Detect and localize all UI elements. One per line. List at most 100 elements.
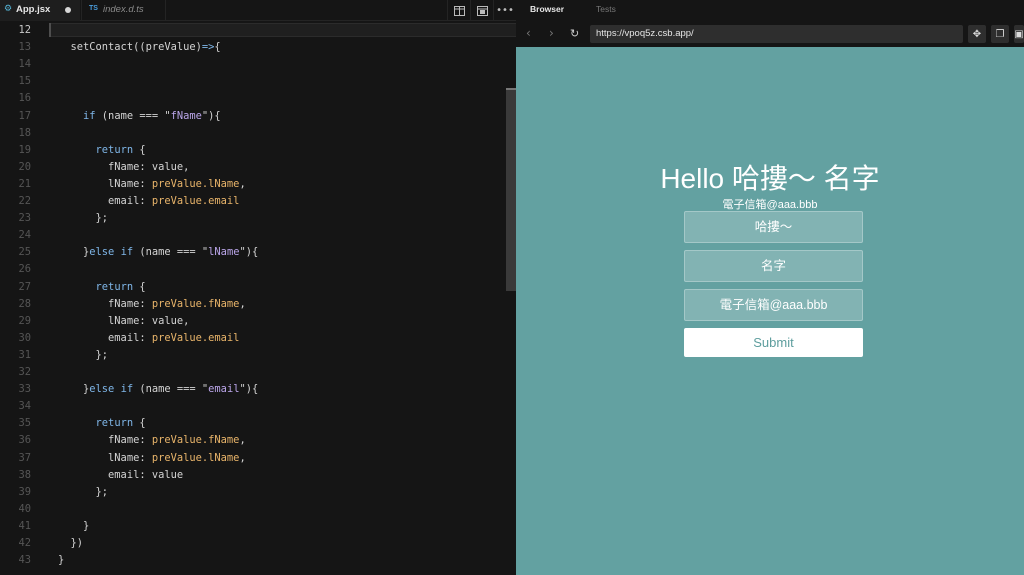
preview-icon[interactable] xyxy=(470,0,493,21)
code-line[interactable]: 13 setContact((preValue)=>{ xyxy=(0,39,505,56)
line-number: 33 xyxy=(18,383,31,396)
page-heading: Hello 哈摟～ 名字 xyxy=(660,163,880,194)
email-input[interactable]: 電子信箱@aaa.bbb xyxy=(684,289,863,321)
code-line[interactable]: 15 xyxy=(0,73,505,90)
code-line[interactable]: 25 }else if (name === "lName"){ xyxy=(0,244,505,261)
line-number: 22 xyxy=(18,195,31,207)
code-line[interactable]: 37 lName: preValue.lName, xyxy=(0,450,505,467)
code-line[interactable]: 19 return { xyxy=(0,142,505,159)
editor-scrollbar[interactable] xyxy=(506,88,516,291)
line-number: 19 xyxy=(18,143,31,156)
code-line[interactable]: 21 lName: preValue.lName, xyxy=(0,176,505,193)
code-text: }else if (name === "lName"){ xyxy=(58,246,259,259)
code-line[interactable]: 28 fName: preValue.fName, xyxy=(0,296,505,313)
code-line[interactable]: 26 xyxy=(0,261,505,278)
code-text: } xyxy=(58,554,65,567)
code-line[interactable]: 18 xyxy=(0,125,505,142)
code-line[interactable]: 24 xyxy=(0,227,505,244)
code-text: fName: value, xyxy=(58,160,190,173)
code-line[interactable]: 32 xyxy=(0,364,505,381)
line-number: 39 xyxy=(18,485,31,498)
code-line[interactable]: 38 email: value xyxy=(0,467,505,484)
code-line[interactable]: 36 fName: preValue.fName, xyxy=(0,432,505,449)
copy-icon[interactable]: ❐ xyxy=(991,25,1009,43)
browser-nav-row: ‹ › ↻ https://vpoq5z.csb.app/ ✥ ❐ ▣ xyxy=(516,21,1024,47)
line-number: 20 xyxy=(18,160,31,173)
split-view-icon[interactable] xyxy=(447,0,470,21)
code-line[interactable]: 22 email: preValue.email xyxy=(0,193,505,210)
code-line[interactable]: 12 xyxy=(0,22,505,39)
code-text: } xyxy=(58,519,90,532)
code-line[interactable]: 29 lName: value, xyxy=(0,313,505,330)
forward-icon[interactable]: › xyxy=(549,26,554,40)
url-bar[interactable]: https://vpoq5z.csb.app/ xyxy=(590,25,963,43)
first-name-input[interactable]: 哈摟～ xyxy=(684,211,863,243)
react-gear-icon: ⚙ xyxy=(4,4,13,14)
devtools-icon[interactable]: ✥ xyxy=(968,25,986,43)
code-line[interactable]: 35 return { xyxy=(0,415,505,432)
editor-tab-bar: ⚙ App.jsx TS index.d.ts ••• xyxy=(0,0,516,21)
code-text: setContact((preValue)=>{ xyxy=(58,41,221,54)
code-text: fName: preValue.fName, xyxy=(58,434,246,447)
line-number: 34 xyxy=(18,400,31,413)
code-text: if (name === "fName"){ xyxy=(83,109,221,122)
line-number: 12 xyxy=(18,24,31,36)
line-number: 23 xyxy=(18,212,31,225)
code-line[interactable]: 43} xyxy=(0,552,505,569)
line-number: 42 xyxy=(18,537,31,549)
tab-app-jsx[interactable]: ⚙ App.jsx xyxy=(0,0,80,21)
line-number: 18 xyxy=(18,126,31,139)
code-line[interactable]: 41 } xyxy=(0,518,505,535)
tab-browser[interactable]: Browser xyxy=(530,4,564,14)
browser-preview: Browser Tests ‹ › ↻ https://vpoq5z.csb.a… xyxy=(516,0,1024,575)
code-text: lName: preValue.lName, xyxy=(58,177,246,190)
app-page: Hello 哈摟～ 名字 電子信箱@aaa.bbb 哈摟～ 名字 電子信箱@aa… xyxy=(516,47,1024,575)
code-text: email: value xyxy=(58,468,184,481)
code-line[interactable]: 39 }; xyxy=(0,484,505,501)
reload-icon[interactable]: ↻ xyxy=(570,27,579,41)
open-window-icon[interactable]: ▣ xyxy=(1014,25,1024,43)
code-text: email: preValue.email xyxy=(58,195,240,207)
code-text: }else if (name === "email"){ xyxy=(58,383,259,396)
code-line[interactable]: 40 xyxy=(0,501,505,518)
typescript-icon: TS xyxy=(89,5,98,12)
line-number: 17 xyxy=(18,109,31,122)
code-line[interactable]: 17 if (name === "fName"){ xyxy=(0,108,505,125)
code-text: fName: preValue.fName, xyxy=(58,297,246,310)
tab-label: App.jsx xyxy=(16,4,51,15)
code-line[interactable]: 14 xyxy=(0,56,505,73)
back-icon[interactable]: ‹ xyxy=(526,26,531,40)
submit-button[interactable]: Submit xyxy=(684,328,863,357)
code-line[interactable]: 16 xyxy=(0,90,505,107)
code-line[interactable]: 23 }; xyxy=(0,210,505,227)
code-line[interactable]: 34 xyxy=(0,398,505,415)
line-number: 40 xyxy=(18,502,31,515)
more-icon[interactable]: ••• xyxy=(493,0,516,21)
code-line[interactable]: 31 }; xyxy=(0,347,505,364)
code-line[interactable]: 20 fName: value, xyxy=(0,159,505,176)
code-line[interactable]: 42 }) xyxy=(0,535,505,552)
line-number: 14 xyxy=(18,58,31,71)
line-number: 21 xyxy=(18,177,31,190)
last-name-input[interactable]: 名字 xyxy=(684,250,863,282)
code-text: email: preValue.email xyxy=(58,331,240,344)
line-number: 26 xyxy=(18,263,31,276)
code-line[interactable]: 27 return { xyxy=(0,279,505,296)
code-text: }; xyxy=(58,485,109,498)
line-number: 28 xyxy=(18,297,31,310)
code-line[interactable]: 33 }else if (name === "email"){ xyxy=(0,381,505,398)
code-line[interactable]: 30 email: preValue.email xyxy=(0,330,505,347)
line-number: 29 xyxy=(18,314,31,327)
code-editor[interactable]: ⚙ App.jsx TS index.d.ts ••• 12 13 setCont… xyxy=(0,0,516,575)
line-number: 15 xyxy=(18,75,31,88)
line-number: 13 xyxy=(18,41,31,54)
code-text: lName: value, xyxy=(58,314,190,327)
code-text: return { xyxy=(95,143,146,156)
code-text: }) xyxy=(58,537,84,549)
line-number: 30 xyxy=(18,331,31,344)
tab-index-d-ts[interactable]: TS index.d.ts xyxy=(81,0,166,21)
line-number: 41 xyxy=(18,519,31,532)
tab-tests[interactable]: Tests xyxy=(596,4,616,14)
line-number: 16 xyxy=(18,92,31,105)
code-text: return { xyxy=(95,417,146,430)
